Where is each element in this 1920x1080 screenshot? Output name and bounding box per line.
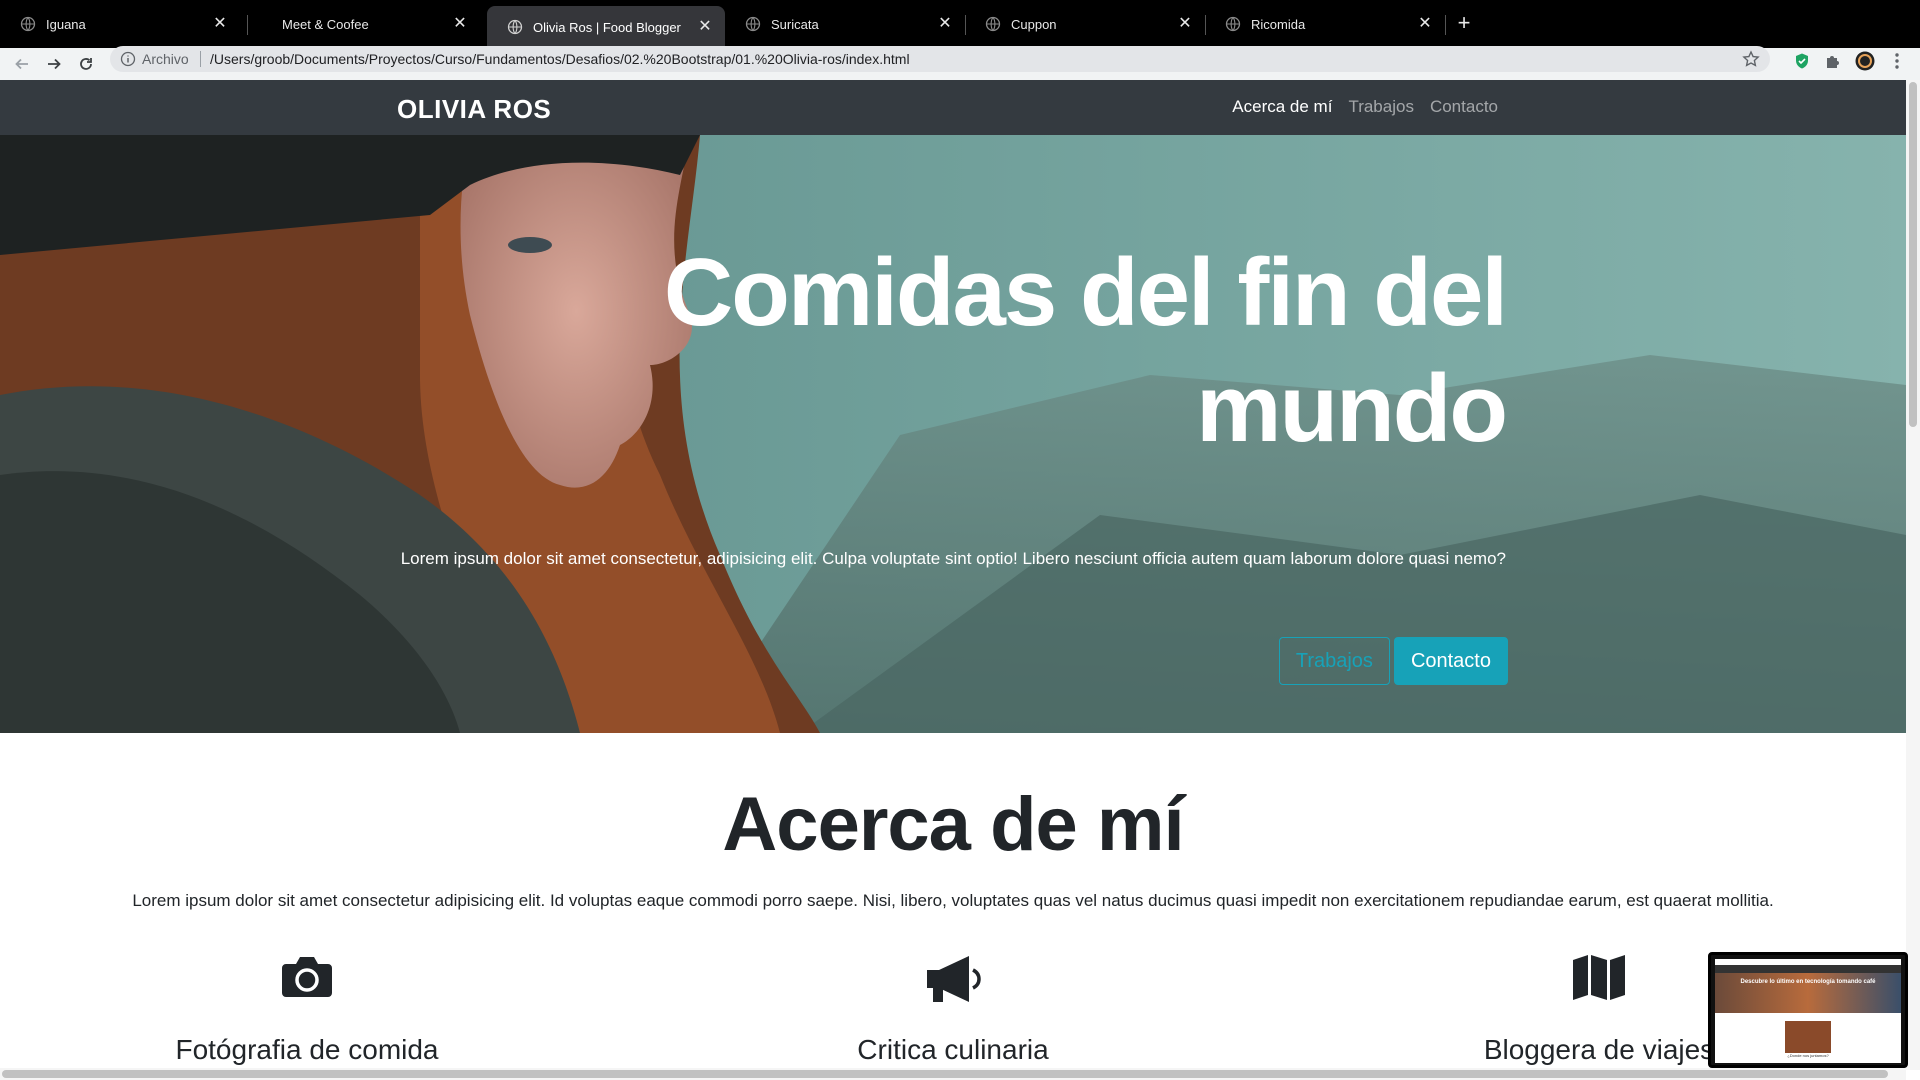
- url-text[interactable]: /Users/groob/Documents/Proyectos/Curso/F…: [210, 51, 910, 67]
- pip-image: [1785, 1021, 1831, 1053]
- arrow-left-icon: [15, 58, 28, 70]
- close-tab-icon[interactable]: ✕: [1417, 16, 1433, 32]
- pip-navbar: [1715, 965, 1901, 973]
- tab-cuppon[interactable]: Cuppon ✕: [965, 0, 1205, 48]
- forward-button[interactable]: [42, 52, 66, 76]
- tab-strip: Iguana ✕ Meet & Coofee ✕ Olivia Ros | Fo…: [0, 0, 1920, 48]
- tab-suricata[interactable]: Suricata ✕: [725, 0, 965, 48]
- scheme-label: Archivo: [142, 51, 189, 67]
- hero-section: Comidas del fin del mundo Lorem ipsum do…: [0, 135, 1906, 733]
- globe-icon: [1225, 16, 1241, 32]
- hero-title-line2: mundo: [1196, 355, 1508, 462]
- about-text: Lorem ipsum dolor sit amet consectetur a…: [132, 891, 1774, 910]
- megaphone-icon: [927, 956, 981, 1002]
- hero-text: Lorem ipsum dolor sit amet consectetur, …: [400, 549, 1506, 568]
- page-viewport: OLIVIA ROS Acerca de mí Trabajos Contact…: [0, 80, 1906, 1070]
- feature-photography: Fotógrafia de comida: [107, 954, 507, 1066]
- camera-icon: [282, 957, 332, 997]
- avatar: [1855, 51, 1875, 71]
- pip-caption: ¿Donde nos juntamos?: [1787, 1053, 1829, 1058]
- close-tab-icon[interactable]: ✕: [212, 16, 228, 32]
- pip-preview-window[interactable]: Descubre lo último en tecnología tomando…: [1708, 952, 1908, 1068]
- nav-link-trabajos[interactable]: Trabajos: [1348, 97, 1414, 117]
- close-tab-icon[interactable]: ✕: [937, 16, 953, 32]
- tab-title: Meet & Coofee: [282, 16, 369, 32]
- tab-meet-coofee[interactable]: Meet & Coofee ✕: [262, 0, 480, 48]
- tab-title: Iguana: [46, 16, 86, 32]
- close-tab-icon[interactable]: ✕: [452, 16, 468, 32]
- nav-link-acerca[interactable]: Acerca de mí: [1232, 97, 1332, 117]
- close-tab-icon[interactable]: ✕: [697, 19, 713, 35]
- hero-title: Comidas del fin del mundo: [663, 235, 1508, 467]
- site-brand[interactable]: OLIVIA ROS: [397, 94, 551, 125]
- pip-headline: Descubre lo último en tecnología tomando…: [1740, 979, 1876, 985]
- horizontal-scrollbar[interactable]: [0, 1068, 1906, 1080]
- tab-title: Ricomida: [1251, 16, 1306, 32]
- nav-link-contacto[interactable]: Contacto: [1430, 97, 1498, 117]
- pip-screen: Descubre lo último en tecnología tomando…: [1715, 959, 1901, 1063]
- feature-critic: Critica culinaria: [753, 954, 1153, 1066]
- globe-icon: [745, 16, 761, 32]
- nav-links: Acerca de mí Trabajos Contacto: [1232, 97, 1498, 117]
- profile-button[interactable]: [1854, 50, 1876, 72]
- site-navbar: OLIVIA ROS Acerca de mí Trabajos Contact…: [0, 80, 1906, 135]
- scrollbar-thumb[interactable]: [2, 1070, 1888, 1078]
- about-title: Acerca de mí: [722, 782, 1184, 867]
- tab-title: Olivia Ros | Food Blogger: [533, 19, 681, 35]
- vertical-scrollbar[interactable]: [1906, 80, 1920, 1070]
- map-icon: [1573, 955, 1625, 1000]
- tab-ricomida[interactable]: Ricomida ✕: [1205, 0, 1445, 48]
- more-vert-icon: [1895, 53, 1899, 69]
- globe-icon: [20, 16, 36, 32]
- globe-icon: [985, 16, 1001, 32]
- tab-olivia-ros[interactable]: Olivia Ros | Food Blogger ✕: [487, 6, 725, 48]
- trabajos-button[interactable]: Trabajos: [1278, 637, 1390, 685]
- puzzle-icon: [1827, 56, 1839, 68]
- feature-title: Critica culinaria: [857, 1034, 1049, 1065]
- divider: [200, 51, 201, 67]
- back-button[interactable]: [10, 52, 34, 76]
- hero-title-line1: Comidas del fin del: [663, 239, 1508, 346]
- shield-icon: [1796, 53, 1808, 69]
- address-bar[interactable]: Archivo /Users/groob/Documents/Proyectos…: [110, 46, 1770, 72]
- feature-title: Fotógrafia de comida: [175, 1034, 439, 1065]
- extensions-button[interactable]: [1822, 50, 1844, 72]
- tab-title: Suricata: [771, 16, 819, 32]
- shield-extension-button[interactable]: [1791, 50, 1813, 72]
- contacto-button[interactable]: Contacto: [1393, 637, 1508, 685]
- info-icon[interactable]: [120, 51, 136, 67]
- globe-icon: [507, 19, 523, 35]
- bookmark-star-icon[interactable]: [1742, 50, 1760, 68]
- reload-button[interactable]: [74, 52, 98, 76]
- new-tab-button[interactable]: +: [1452, 12, 1476, 36]
- scrollbar-thumb[interactable]: [1909, 82, 1917, 427]
- menu-button[interactable]: [1886, 50, 1908, 72]
- reload-icon: [80, 58, 92, 70]
- tab-title: Cuppon: [1011, 16, 1057, 32]
- tab-iguana[interactable]: Iguana ✕: [0, 0, 240, 48]
- tab-separator: [247, 15, 248, 35]
- close-tab-icon[interactable]: ✕: [1177, 16, 1193, 32]
- tab-separator: [1445, 15, 1446, 35]
- arrow-right-icon: [48, 58, 61, 70]
- hero-buttons: Trabajos Contacto: [1278, 637, 1508, 685]
